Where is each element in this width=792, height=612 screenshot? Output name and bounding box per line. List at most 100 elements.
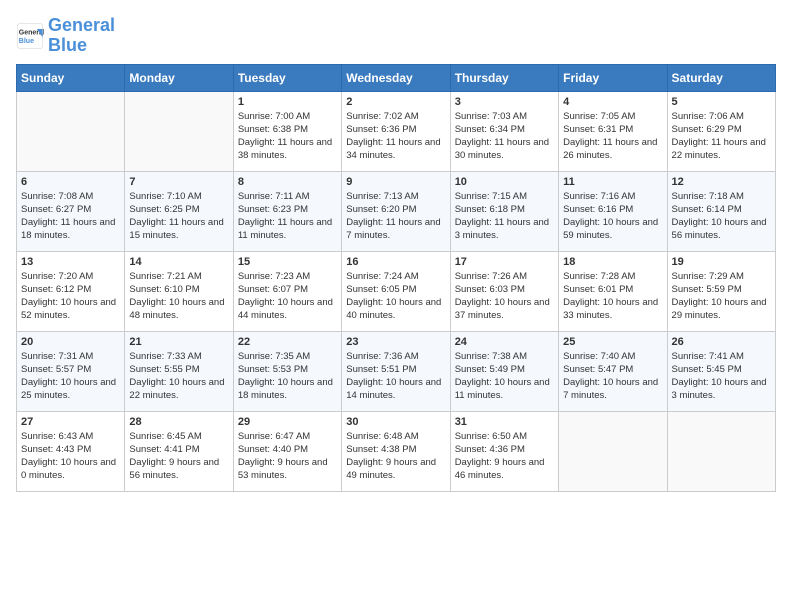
day-info: Sunrise: 7:38 AM Sunset: 5:49 PM Dayligh…	[455, 350, 554, 403]
day-number: 10	[455, 176, 554, 188]
calendar-cell: 15 Sunrise: 7:23 AM Sunset: 6:07 PM Dayli…	[233, 251, 341, 331]
day-number: 22	[238, 336, 337, 348]
day-info: Sunrise: 7:08 AM Sunset: 6:27 PM Dayligh…	[21, 190, 120, 243]
calendar-week-3: 13 Sunrise: 7:20 AM Sunset: 6:12 PM Dayli…	[17, 251, 776, 331]
day-info: Sunrise: 6:50 AM Sunset: 4:36 PM Dayligh…	[455, 430, 554, 483]
day-info: Sunrise: 7:13 AM Sunset: 6:20 PM Dayligh…	[346, 190, 445, 243]
day-number: 2	[346, 96, 445, 108]
calendar-cell: 13 Sunrise: 7:20 AM Sunset: 6:12 PM Dayli…	[17, 251, 125, 331]
logo: General Blue GeneralBlue	[16, 16, 115, 56]
day-info: Sunrise: 7:16 AM Sunset: 6:16 PM Dayligh…	[563, 190, 662, 243]
calendar-cell: 17 Sunrise: 7:26 AM Sunset: 6:03 PM Dayli…	[450, 251, 558, 331]
calendar-cell: 6 Sunrise: 7:08 AM Sunset: 6:27 PM Daylig…	[17, 171, 125, 251]
column-header-wednesday: Wednesday	[342, 64, 450, 91]
calendar-cell: 21Sunrise: 7:33 AM Sunset: 5:55 PM Dayli…	[125, 331, 233, 411]
day-info: Sunrise: 6:43 AM Sunset: 4:43 PM Dayligh…	[21, 430, 120, 483]
calendar-cell: 25 Sunrise: 7:40 AM Sunset: 5:47 PM Dayli…	[559, 331, 667, 411]
column-header-saturday: Saturday	[667, 64, 775, 91]
day-info: Sunrise: 7:31 AM Sunset: 5:57 PM Dayligh…	[21, 350, 120, 403]
day-number: 1	[238, 96, 337, 108]
calendar-cell	[667, 411, 775, 491]
calendar-cell: 1 Sunrise: 7:00 AM Sunset: 6:38 PM Daylig…	[233, 91, 341, 171]
day-number: 19	[672, 256, 771, 268]
day-info: Sunrise: 7:29 AM Sunset: 5:59 PM Dayligh…	[672, 270, 771, 323]
day-number: 7	[129, 176, 228, 188]
day-info: Sunrise: 6:47 AM Sunset: 4:40 PM Dayligh…	[238, 430, 337, 483]
calendar-cell: 26 Sunrise: 7:41 AM Sunset: 5:45 PM Dayli…	[667, 331, 775, 411]
day-number: 24	[455, 336, 554, 348]
column-header-friday: Friday	[559, 64, 667, 91]
calendar-cell: 18 Sunrise: 7:28 AM Sunset: 6:01 PM Dayli…	[559, 251, 667, 331]
calendar-cell: 16Sunrise: 7:24 AM Sunset: 6:05 PM Dayli…	[342, 251, 450, 331]
day-number: 11	[563, 176, 662, 188]
day-info: Sunrise: 7:00 AM Sunset: 6:38 PM Dayligh…	[238, 110, 337, 163]
calendar-cell: 3Sunrise: 7:03 AM Sunset: 6:34 PM Daylig…	[450, 91, 558, 171]
day-number: 29	[238, 416, 337, 428]
day-info: Sunrise: 7:02 AM Sunset: 6:36 PM Dayligh…	[346, 110, 445, 163]
day-number: 26	[672, 336, 771, 348]
calendar-cell: 29 Sunrise: 6:47 AM Sunset: 4:40 PM Dayli…	[233, 411, 341, 491]
day-number: 15	[238, 256, 337, 268]
day-number: 3	[455, 96, 554, 108]
day-number: 25	[563, 336, 662, 348]
day-number: 31	[455, 416, 554, 428]
page-header: General Blue GeneralBlue	[16, 16, 776, 56]
calendar-cell: 9 Sunrise: 7:13 AM Sunset: 6:20 PM Daylig…	[342, 171, 450, 251]
day-number: 14	[129, 256, 228, 268]
day-number: 28	[129, 416, 228, 428]
calendar-cell: 30Sunrise: 6:48 AM Sunset: 4:38 PM Dayli…	[342, 411, 450, 491]
day-info: Sunrise: 7:10 AM Sunset: 6:25 PM Dayligh…	[129, 190, 228, 243]
calendar-table: SundayMondayTuesdayWednesdayThursdayFrid…	[16, 64, 776, 492]
calendar-cell: 11 Sunrise: 7:16 AM Sunset: 6:16 PM Dayli…	[559, 171, 667, 251]
calendar-cell: 4Sunrise: 7:05 AM Sunset: 6:31 PM Daylig…	[559, 91, 667, 171]
day-info: Sunrise: 7:35 AM Sunset: 5:53 PM Dayligh…	[238, 350, 337, 403]
day-info: Sunrise: 7:28 AM Sunset: 6:01 PM Dayligh…	[563, 270, 662, 323]
day-number: 17	[455, 256, 554, 268]
day-number: 20	[21, 336, 120, 348]
day-number: 23	[346, 336, 445, 348]
day-number: 9	[346, 176, 445, 188]
calendar-week-5: 27 Sunrise: 6:43 AM Sunset: 4:43 PM Dayli…	[17, 411, 776, 491]
day-info: Sunrise: 7:11 AM Sunset: 6:23 PM Dayligh…	[238, 190, 337, 243]
calendar-cell: 7 Sunrise: 7:10 AM Sunset: 6:25 PM Daylig…	[125, 171, 233, 251]
day-info: Sunrise: 7:41 AM Sunset: 5:45 PM Dayligh…	[672, 350, 771, 403]
day-info: Sunrise: 7:36 AM Sunset: 5:51 PM Dayligh…	[346, 350, 445, 403]
day-number: 6	[21, 176, 120, 188]
day-info: Sunrise: 7:05 AM Sunset: 6:31 PM Dayligh…	[563, 110, 662, 163]
day-number: 27	[21, 416, 120, 428]
day-number: 21	[129, 336, 228, 348]
calendar-week-4: 20 Sunrise: 7:31 AM Sunset: 5:57 PM Dayli…	[17, 331, 776, 411]
calendar-cell: 10Sunrise: 7:15 AM Sunset: 6:18 PM Dayli…	[450, 171, 558, 251]
calendar-cell: 5Sunrise: 7:06 AM Sunset: 6:29 PM Daylig…	[667, 91, 775, 171]
day-number: 30	[346, 416, 445, 428]
column-header-monday: Monday	[125, 64, 233, 91]
day-info: Sunrise: 6:45 AM Sunset: 4:41 PM Dayligh…	[129, 430, 228, 483]
day-info: Sunrise: 7:24 AM Sunset: 6:05 PM Dayligh…	[346, 270, 445, 323]
calendar-cell	[125, 91, 233, 171]
day-number: 13	[21, 256, 120, 268]
day-number: 8	[238, 176, 337, 188]
day-number: 18	[563, 256, 662, 268]
calendar-week-2: 6 Sunrise: 7:08 AM Sunset: 6:27 PM Daylig…	[17, 171, 776, 251]
calendar-cell: 22 Sunrise: 7:35 AM Sunset: 5:53 PM Dayli…	[233, 331, 341, 411]
column-header-tuesday: Tuesday	[233, 64, 341, 91]
calendar-cell: 24 Sunrise: 7:38 AM Sunset: 5:49 PM Dayli…	[450, 331, 558, 411]
day-info: Sunrise: 7:26 AM Sunset: 6:03 PM Dayligh…	[455, 270, 554, 323]
day-info: Sunrise: 7:20 AM Sunset: 6:12 PM Dayligh…	[21, 270, 120, 323]
calendar-cell: 27 Sunrise: 6:43 AM Sunset: 4:43 PM Dayli…	[17, 411, 125, 491]
day-info: Sunrise: 7:21 AM Sunset: 6:10 PM Dayligh…	[129, 270, 228, 323]
day-number: 12	[672, 176, 771, 188]
column-header-thursday: Thursday	[450, 64, 558, 91]
day-info: Sunrise: 7:18 AM Sunset: 6:14 PM Dayligh…	[672, 190, 771, 243]
calendar-body: 1 Sunrise: 7:00 AM Sunset: 6:38 PM Daylig…	[17, 91, 776, 491]
day-number: 5	[672, 96, 771, 108]
svg-text:Blue: Blue	[19, 38, 34, 45]
logo-text: GeneralBlue	[48, 16, 115, 56]
calendar-cell: 12 Sunrise: 7:18 AM Sunset: 6:14 PM Dayli…	[667, 171, 775, 251]
calendar-cell: 28 Sunrise: 6:45 AM Sunset: 4:41 PM Dayli…	[125, 411, 233, 491]
calendar-cell: 23 Sunrise: 7:36 AM Sunset: 5:51 PM Dayli…	[342, 331, 450, 411]
calendar-cell: 19 Sunrise: 7:29 AM Sunset: 5:59 PM Dayli…	[667, 251, 775, 331]
day-info: Sunrise: 7:23 AM Sunset: 6:07 PM Dayligh…	[238, 270, 337, 323]
day-info: Sunrise: 7:40 AM Sunset: 5:47 PM Dayligh…	[563, 350, 662, 403]
column-header-sunday: Sunday	[17, 64, 125, 91]
